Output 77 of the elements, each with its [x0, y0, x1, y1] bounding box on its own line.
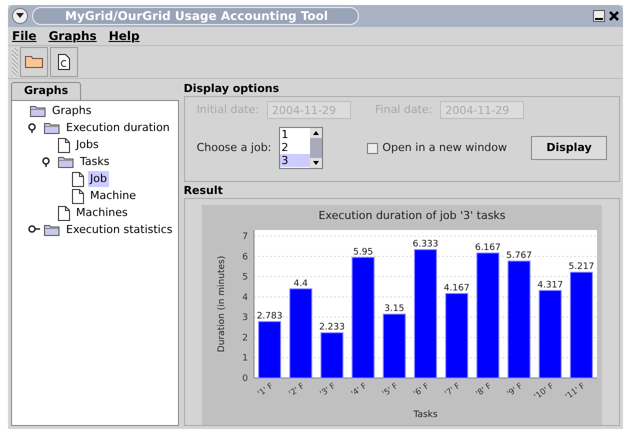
- close-icon[interactable]: [609, 10, 619, 21]
- document-icon: [58, 54, 70, 70]
- document-icon: [58, 206, 70, 220]
- folder-icon: [30, 105, 46, 117]
- data-label: 2.783: [256, 312, 282, 322]
- x-tick-label: '5' F: [380, 381, 400, 398]
- x-tick-label: '7' F: [442, 381, 462, 398]
- field-label: Choose a job:: [196, 140, 272, 156]
- chart-title: Execution duration of job '3' tasks: [318, 209, 506, 222]
- job-list[interactable]: 1 2 3: [279, 127, 324, 169]
- scrollbar[interactable]: [310, 128, 322, 168]
- y-tick-label: 6: [242, 252, 248, 262]
- x-tick-label: '9' F: [505, 381, 524, 398]
- data-label: 5.217: [568, 262, 594, 272]
- list-item[interactable]: 3: [280, 154, 310, 167]
- window-menu-icon[interactable]: [12, 8, 28, 24]
- data-label: 6.333: [412, 240, 438, 250]
- folder-icon: [44, 122, 60, 134]
- tree-item[interactable]: Execution statistics: [64, 222, 175, 238]
- tree-item[interactable]: Execution duration: [64, 120, 172, 136]
- tree-item[interactable]: Machines: [74, 204, 130, 222]
- tree-item[interactable]: Jobs: [74, 136, 101, 154]
- tree-item[interactable]: Machine: [88, 188, 138, 204]
- folder-icon: [25, 55, 43, 68]
- checkbox-label: Open in a new window: [382, 140, 507, 156]
- data-label: 5.95: [352, 247, 373, 258]
- x-tick-label: '1' F: [256, 381, 275, 398]
- tab[interactable]: Graphs: [11, 82, 82, 100]
- data-label: 3.15: [384, 304, 404, 314]
- data-label: 4.4: [293, 278, 308, 289]
- y-tick-label: 1: [242, 354, 248, 364]
- x-tick-label: '6' F: [412, 381, 430, 398]
- window-title: MyGrid/OurGrid Usage Accounting Tool: [32, 6, 360, 25]
- tree-item[interactable]: Graphs: [50, 102, 94, 120]
- menu-item[interactable]: Graphs: [48, 26, 97, 45]
- bar: [320, 332, 344, 378]
- group-title: Result: [184, 184, 224, 198]
- menu-item[interactable]: File: [12, 26, 37, 45]
- list-item[interactable]: 1: [280, 128, 310, 141]
- folder-icon: [44, 224, 60, 236]
- toolbar-grip[interactable]: [12, 48, 18, 76]
- folder-icon: [58, 156, 74, 168]
- document-icon: [58, 138, 70, 152]
- bar: [258, 321, 281, 378]
- open-folder-button[interactable]: [20, 46, 48, 77]
- y-tick-label: 0: [242, 374, 248, 384]
- data-label: 4.167: [444, 284, 470, 294]
- x-axis-label: Tasks: [413, 410, 438, 420]
- tree-item[interactable]: Tasks: [78, 154, 112, 170]
- x-tick-label: '11' F: [563, 381, 586, 402]
- data-label: 2.233: [318, 322, 345, 333]
- checkbox[interactable]: [367, 142, 378, 154]
- data-label: 4.317: [537, 280, 563, 290]
- list-item[interactable]: 2: [280, 141, 310, 154]
- x-tick-label: '10' F: [532, 381, 556, 402]
- y-tick-label: 7: [242, 232, 248, 242]
- y-tick-label: 2: [242, 333, 248, 344]
- x-tick-label: '8' F: [474, 381, 493, 398]
- y-tick-label: 5: [242, 272, 248, 283]
- x-tick-label: '3' F: [318, 381, 337, 398]
- minimize-icon[interactable]: [593, 10, 605, 22]
- tree-item[interactable]: Job: [88, 170, 109, 188]
- display-button[interactable]: Display: [531, 136, 607, 160]
- x-tick-label: '4' F: [349, 381, 368, 398]
- document-icon: [72, 172, 84, 186]
- data-label: 6.167: [474, 242, 501, 253]
- group-title: Display options: [184, 82, 280, 96]
- y-tick-label: 4: [242, 292, 248, 303]
- y-tick-label: 3: [242, 313, 248, 324]
- data-label: 5.767: [506, 251, 532, 262]
- bar: [382, 314, 406, 378]
- new-document-button[interactable]: [50, 46, 78, 77]
- collapsed-handle-icon[interactable]: [28, 225, 40, 235]
- document-icon: [72, 188, 84, 204]
- menu-item[interactable]: Help: [108, 26, 140, 45]
- y-axis-label: Duration (in minutes): [216, 256, 227, 352]
- x-tick-label: '2' F: [286, 381, 306, 398]
